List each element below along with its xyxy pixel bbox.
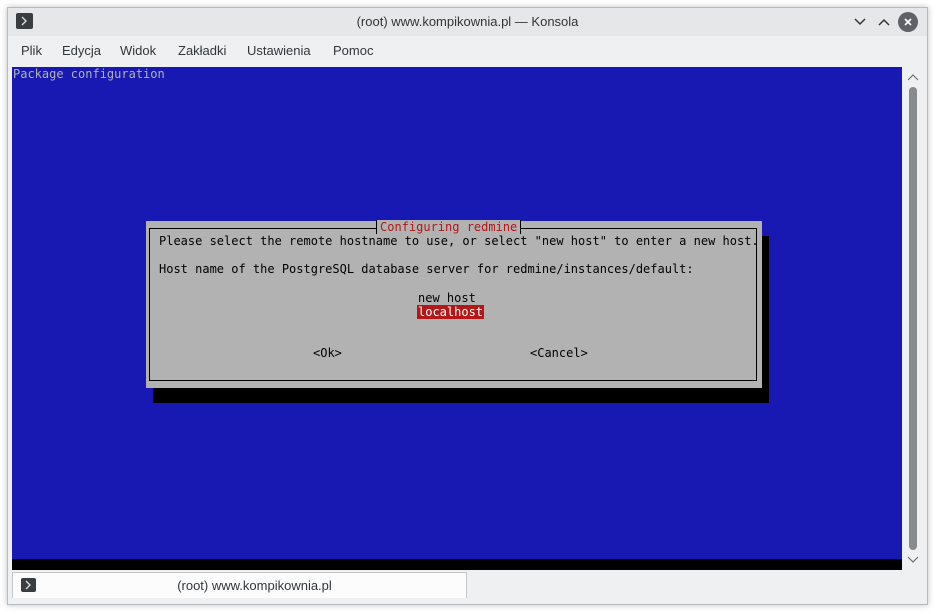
scroll-track[interactable]	[909, 87, 917, 550]
chevron-down-icon	[907, 556, 919, 563]
chevron-up-icon	[878, 18, 890, 26]
tab-label: (root) www.kompikownia.pl	[177, 578, 332, 593]
option-localhost[interactable]: localhost	[417, 305, 485, 319]
tab-session[interactable]: (root) www.kompikownia.pl	[12, 572, 467, 598]
tab-bar: (root) www.kompikownia.pl	[8, 570, 927, 604]
scroll-down-arrow[interactable]	[907, 555, 919, 565]
menu-bar: Plik Edycja Widok Zakładki Ustawienia Po…	[8, 36, 927, 66]
configuring-dialog: Configuring redmine Please select the re…	[146, 220, 762, 388]
konsole-window: (root) www.kompikownia.pl — Konsola Plik…	[7, 7, 928, 605]
close-button[interactable]	[898, 12, 918, 32]
close-icon	[904, 18, 912, 26]
terminal-tab-icon	[21, 578, 36, 592]
menu-widok[interactable]: Widok	[120, 36, 156, 66]
option-new-host[interactable]: new host	[417, 291, 477, 305]
minimize-button[interactable]	[850, 12, 870, 32]
scroll-thumb[interactable]	[909, 87, 917, 550]
package-configuration-header: Package configuration	[13, 67, 165, 81]
scroll-up-arrow[interactable]	[907, 72, 919, 82]
menu-zakladki[interactable]: Zakładki	[178, 36, 226, 66]
title-bar[interactable]: (root) www.kompikownia.pl — Konsola	[8, 8, 927, 36]
cancel-button[interactable]: <Cancel>	[530, 346, 588, 361]
terminal-bottom-strip	[12, 559, 902, 570]
menu-ustawienia[interactable]: Ustawienia	[247, 36, 311, 66]
window-title: (root) www.kompikownia.pl — Konsola	[356, 14, 579, 29]
dialog-prompt-line-1: Please select the remote hostname to use…	[159, 234, 759, 248]
terminal-view[interactable]: Package configuration Configuring redmin…	[12, 67, 902, 570]
menu-edycja[interactable]: Edycja	[62, 36, 101, 66]
maximize-button[interactable]	[874, 12, 894, 32]
ok-button[interactable]: <Ok>	[313, 346, 342, 361]
menu-pomoc[interactable]: Pomoc	[333, 36, 373, 66]
chevron-up-icon	[907, 74, 919, 81]
dialog-prompt-line-2: Host name of the PostgreSQL database ser…	[159, 262, 694, 276]
dialog-title: Configuring redmine	[376, 220, 522, 235]
terminal-scrollbar[interactable]	[904, 67, 922, 570]
chevron-down-icon	[854, 18, 866, 26]
menu-plik[interactable]: Plik	[21, 36, 42, 66]
